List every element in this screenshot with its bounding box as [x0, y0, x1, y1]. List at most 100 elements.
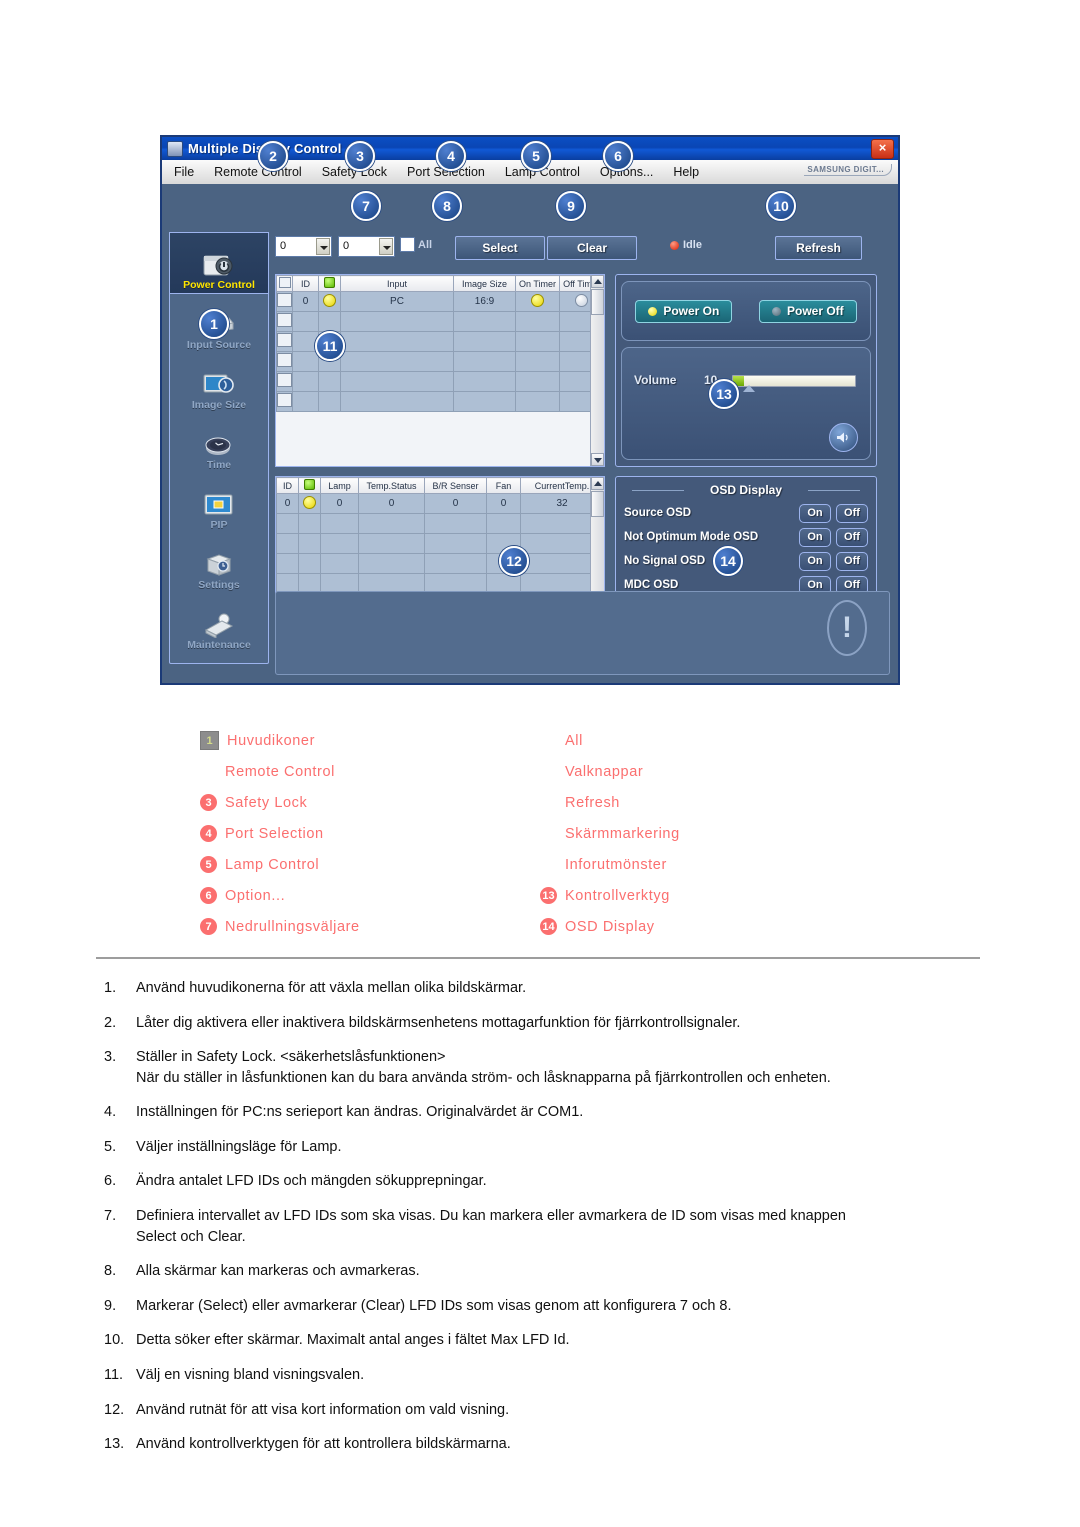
not-optimum-osd-off-button[interactable]: Off: [836, 527, 868, 547]
list-item: 12. Använd rutnät för att visa kort info…: [96, 1400, 986, 1421]
legend-badge: [540, 825, 557, 842]
col-fan: Fan: [486, 477, 521, 494]
note-number: 4.: [104, 1104, 117, 1121]
scrollbar-thumb[interactable]: [591, 491, 604, 517]
row-fan: 0: [486, 493, 521, 514]
legend-badge: 6: [200, 887, 217, 904]
row-temp-status: 0: [358, 493, 425, 514]
source-osd-on-button[interactable]: On: [799, 503, 831, 523]
callout-11: 11: [315, 331, 345, 361]
power-off-button[interactable]: Power Off: [759, 299, 857, 323]
no-signal-osd-off-button[interactable]: Off: [836, 551, 868, 571]
numbered-notes-list: 1. Använd huvudikonerna för att växla me…: [96, 978, 986, 1469]
volume-slider-knob[interactable]: [742, 385, 755, 392]
col-select-all[interactable]: [276, 275, 293, 292]
sidebar-item-image-size[interactable]: Image Size: [170, 353, 268, 413]
clear-button[interactable]: Clear: [547, 236, 637, 260]
callout-12: 12: [499, 546, 529, 576]
exclamation-icon: !: [827, 600, 867, 656]
note-number: 1.: [104, 980, 117, 996]
menu-item-remote-control[interactable]: Remote Control: [206, 163, 310, 181]
col-lamp: Lamp: [320, 477, 359, 494]
note-number: 5.: [104, 1138, 117, 1155]
samsung-logo: SAMSUNG DIGIT...: [804, 164, 892, 176]
note-text: Låter dig aktivera eller inaktivera bild…: [136, 1014, 741, 1031]
all-checkbox-group[interactable]: All: [400, 237, 432, 252]
list-item: 3. Ställer in Safety Lock. <säkerhetslås…: [96, 1047, 986, 1088]
legend-label: Refresh: [565, 794, 620, 811]
table-row-empty[interactable]: [276, 513, 604, 534]
row-lamp: 0: [320, 493, 359, 514]
table-row-empty[interactable]: [276, 391, 604, 412]
callout-4: 4: [436, 141, 466, 171]
refresh-button[interactable]: Refresh: [775, 236, 862, 260]
sidebar-item-time[interactable]: Time: [170, 413, 268, 473]
callout-5: 5: [521, 141, 551, 171]
source-osd-off-button[interactable]: Off: [836, 503, 868, 523]
lfd-id-from-dropdown[interactable]: 0: [275, 236, 332, 257]
sidebar-item-pip[interactable]: PIP: [170, 473, 268, 533]
row-power-led: [298, 493, 321, 514]
not-optimum-osd-on-button[interactable]: On: [799, 527, 831, 547]
table-row-empty[interactable]: [276, 553, 604, 574]
col-image-size: Image Size: [453, 275, 516, 292]
scroll-up-icon[interactable]: [591, 477, 604, 490]
table-row[interactable]: 0 PC 16:9: [276, 291, 604, 312]
list-item: 6. Ändra antalet LFD IDs och mängden sök…: [96, 1171, 986, 1192]
table-row-empty[interactable]: [276, 311, 604, 332]
osd-label: MDC OSD: [624, 579, 679, 591]
legend-entry-1: 1 Huvudikoner: [200, 731, 540, 750]
legend-label: Nedrullningsväljare: [225, 918, 360, 935]
callout-13: 13: [709, 379, 739, 409]
legend-badge: [200, 763, 217, 780]
table-row[interactable]: 0 0 0 0 0 32: [276, 493, 604, 514]
legend-label: Port Selection: [225, 825, 324, 842]
scrollbar-thumb[interactable]: [591, 289, 604, 315]
legend-entry-5: 5 Lamp Control: [200, 856, 540, 873]
power-control-icon: [203, 255, 233, 276]
legend-entry-8: All: [540, 732, 583, 749]
scroll-up-icon[interactable]: [591, 275, 604, 288]
display-list-grid[interactable]: ID Input Image Size On Timer Off Timer 0…: [275, 274, 605, 467]
table-row-empty[interactable]: [276, 371, 604, 392]
scroll-down-icon[interactable]: [591, 453, 604, 466]
status-message-box: !: [275, 591, 890, 675]
legend-badge: 3: [200, 794, 217, 811]
list-item: 13. Använd kontrollverktygen för att kon…: [96, 1434, 986, 1455]
power-on-button[interactable]: Power On: [635, 299, 733, 323]
sidebar-item-settings[interactable]: Settings: [170, 533, 268, 593]
menu-item-file[interactable]: File: [166, 163, 202, 181]
legend-entry-7: 7 Nedrullningsväljare: [200, 918, 540, 935]
speaker-icon[interactable]: [829, 423, 858, 452]
no-signal-osd-on-button[interactable]: On: [799, 551, 831, 571]
select-button[interactable]: Select: [455, 236, 545, 260]
volume-slider[interactable]: [732, 375, 856, 392]
col-on-timer: On Timer: [515, 275, 560, 292]
power-off-led-icon: [772, 306, 781, 316]
legend-badge: 4: [200, 825, 217, 842]
legend-badge: [540, 763, 557, 780]
close-icon[interactable]: ×: [871, 139, 894, 159]
status-label: Idle: [683, 239, 702, 251]
table-row-empty[interactable]: [276, 533, 604, 554]
chevron-down-icon[interactable]: [379, 238, 393, 255]
menu-item-help[interactable]: Help: [665, 163, 707, 181]
display-grid-scrollbar[interactable]: [590, 275, 604, 466]
legend-label: OSD Display: [565, 918, 655, 935]
legend-label: Safety Lock: [225, 794, 308, 811]
legend-label: Inforutmönster: [565, 856, 667, 873]
legend-entry-13: 13 Kontrollverktyg: [540, 887, 670, 904]
power-buttons-group: Power On Power Off: [621, 281, 871, 341]
sidebar-item-power-control[interactable]: Power Control: [169, 232, 269, 294]
col-power: [318, 275, 341, 292]
list-item: 4. Inställningen för PC:ns serieport kan…: [96, 1102, 986, 1123]
all-checkbox[interactable]: [400, 237, 415, 252]
app-icon: [167, 140, 183, 157]
row-checkbox-cell[interactable]: [276, 291, 293, 312]
lfd-id-to-dropdown[interactable]: 0: [338, 236, 395, 257]
callout-2: 2: [258, 141, 288, 171]
sidebar-item-maintenance[interactable]: Maintenance: [170, 593, 268, 653]
chevron-down-icon[interactable]: [316, 238, 330, 255]
legend-entry-14: 14 OSD Display: [540, 918, 655, 935]
legend-badge: 5: [200, 856, 217, 873]
